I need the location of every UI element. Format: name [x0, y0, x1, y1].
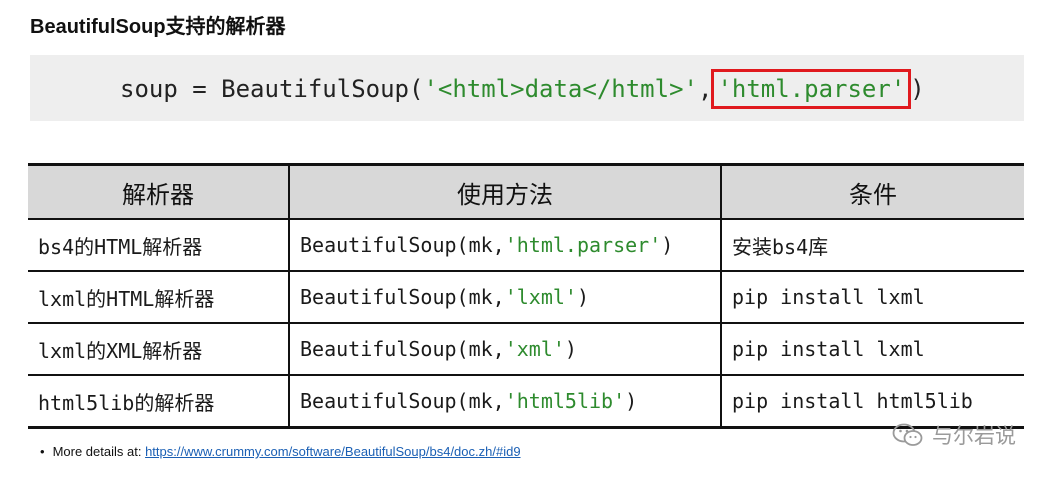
cell-parser: lxml的HTML解析器 [28, 271, 289, 324]
code-close-paren: ) [910, 75, 925, 103]
note-label: More details at: [52, 444, 142, 459]
page-title: BeautifulSoup支持的解析器 [30, 16, 286, 38]
usage-call: BeautifulSoup(mk, [300, 389, 505, 413]
usage-arg: 'html.parser' [504, 233, 662, 257]
table-row: bs4的HTML解析器 BeautifulSoup(mk,'html.parse… [28, 219, 1024, 272]
cell-condition: pip install lxml [720, 271, 1024, 324]
usage-arg: 'lxml' [504, 285, 577, 309]
cell-usage: BeautifulSoup(mk,'html.parser') [288, 219, 721, 272]
cell-parser: lxml的XML解析器 [28, 323, 289, 376]
usage-call: BeautifulSoup(mk, [300, 337, 505, 361]
code-line: soup = BeautifulSoup('<html>data</html>'… [120, 69, 925, 109]
code-arg-markup: '<html>data</html>' [423, 75, 698, 103]
code-call: soup = BeautifulSoup( [120, 75, 424, 103]
usage-close: ) [661, 233, 674, 257]
code-arg-parser-highlight: 'html.parser' [711, 69, 912, 109]
usage-arg: 'html5lib' [504, 389, 626, 413]
watermark: 与尔岩说 [892, 420, 1016, 450]
code-block: soup = BeautifulSoup('<html>data</html>'… [30, 55, 1024, 121]
usage-call: BeautifulSoup(mk, [300, 285, 505, 309]
cell-parser: html5lib的解析器 [28, 375, 289, 429]
usage-call: BeautifulSoup(mk, [300, 233, 505, 257]
bullet-icon: • [40, 444, 45, 459]
table-row: html5lib的解析器 BeautifulSoup(mk,'html5lib'… [28, 375, 1024, 429]
cell-condition: pip install lxml [720, 323, 1024, 376]
cell-usage: BeautifulSoup(mk,'xml') [288, 323, 721, 376]
header-parser: 解析器 [28, 163, 289, 220]
usage-close: ) [625, 389, 638, 413]
details-note: • More details at: https://www.crummy.com… [40, 444, 521, 459]
table-row: lxml的HTML解析器 BeautifulSoup(mk,'lxml') pi… [28, 271, 1024, 324]
cell-parser: bs4的HTML解析器 [28, 219, 289, 272]
usage-close: ) [576, 285, 589, 309]
usage-arg: 'xml' [504, 337, 565, 361]
code-separator: , [697, 75, 713, 103]
parser-table: 解析器 使用方法 条件 bs4的HTML解析器 BeautifulSoup(mk… [28, 163, 1024, 429]
header-usage: 使用方法 [288, 163, 721, 220]
header-condition: 条件 [720, 163, 1024, 220]
table-header-row: 解析器 使用方法 条件 [28, 163, 1024, 220]
table-row: lxml的XML解析器 BeautifulSoup(mk,'xml') pip … [28, 323, 1024, 376]
usage-close: ) [564, 337, 577, 361]
cell-condition: 安装bs4库 [720, 219, 1024, 272]
cell-usage: BeautifulSoup(mk,'html5lib') [288, 375, 721, 429]
wechat-icon [892, 423, 923, 446]
watermark-text: 与尔岩说 [932, 424, 1016, 448]
cell-usage: BeautifulSoup(mk,'lxml') [288, 271, 721, 324]
docs-link[interactable]: https://www.crummy.com/software/Beautifu… [145, 444, 520, 459]
